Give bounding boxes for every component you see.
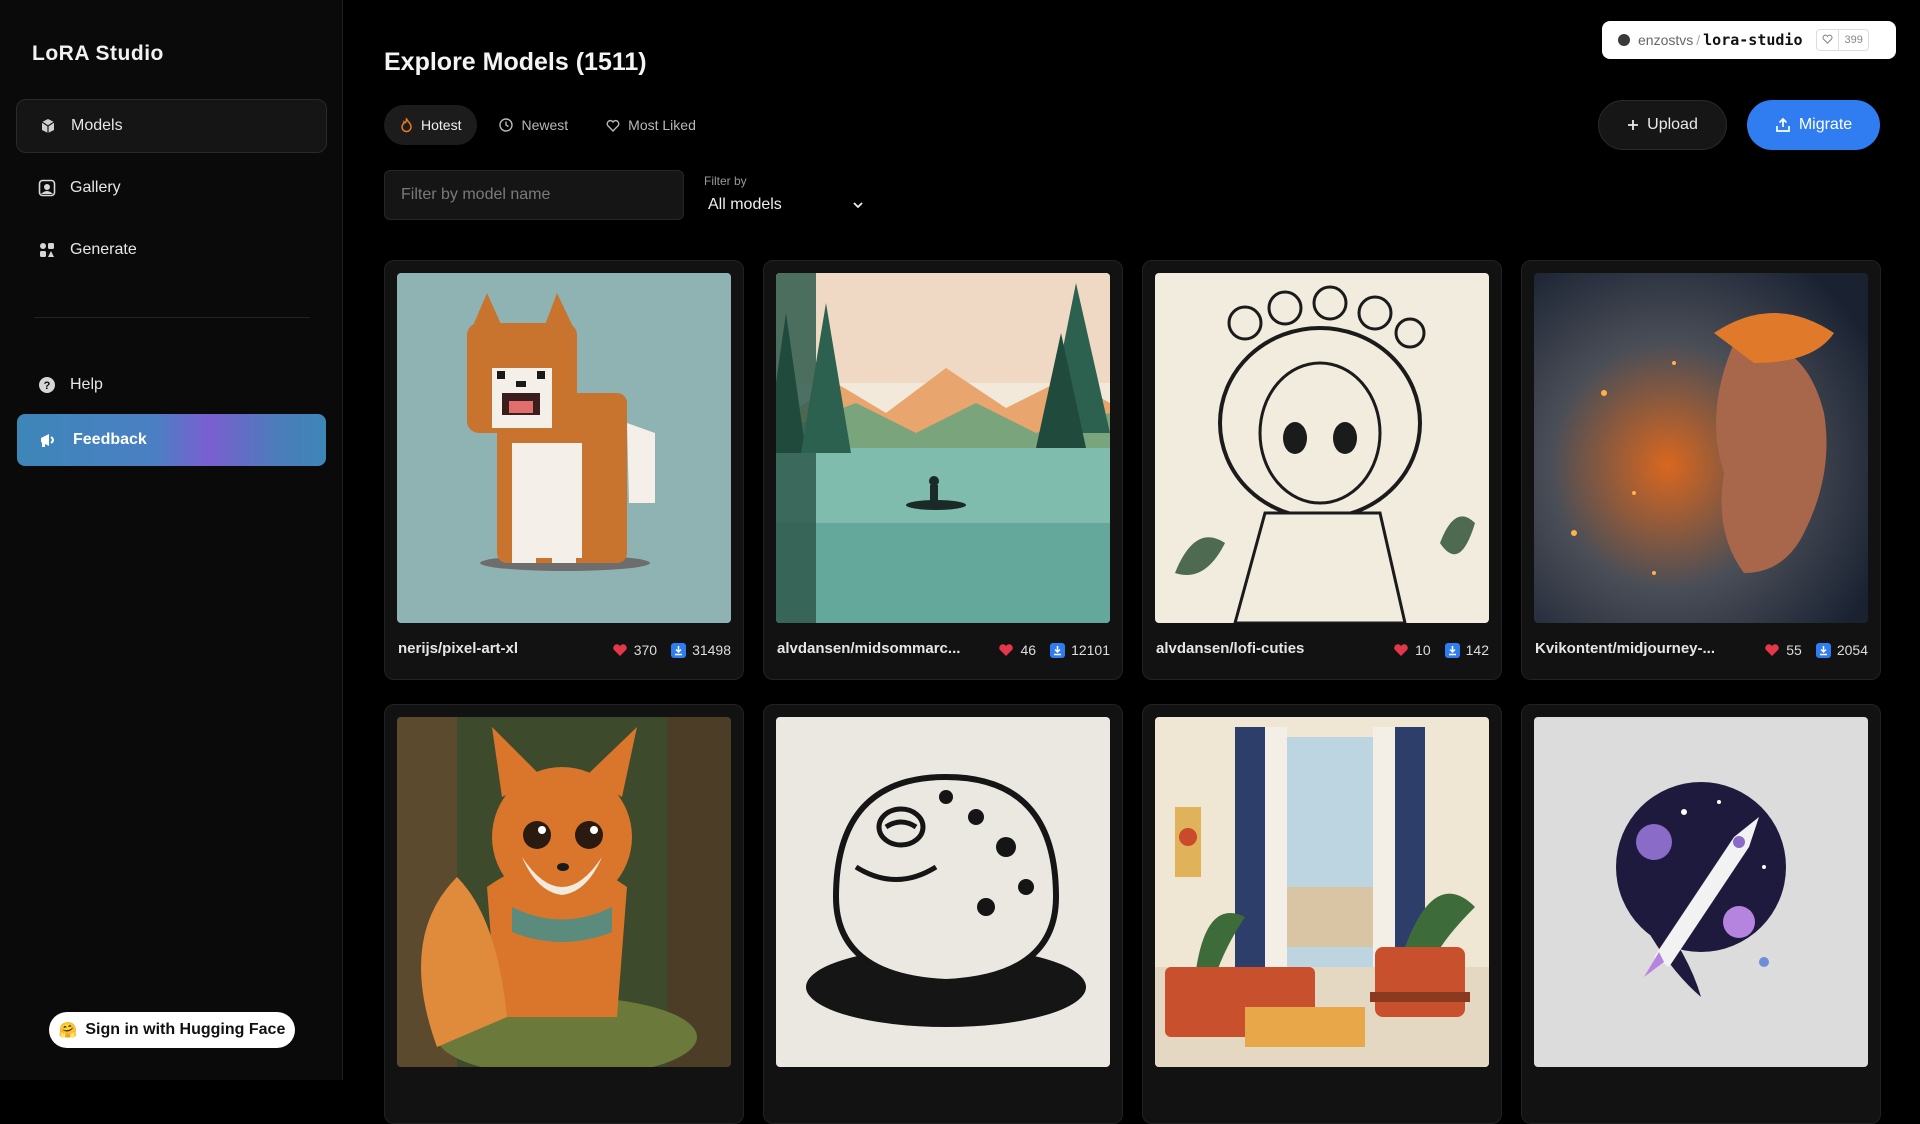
signin-button[interactable]: 🤗 Sign in with Hugging Face [49, 1012, 295, 1048]
filter-select[interactable]: All models [708, 196, 864, 214]
model-card[interactable] [384, 704, 744, 1124]
model-thumbnail [1155, 273, 1489, 623]
model-thumbnail [1155, 717, 1489, 1067]
heart-icon [1393, 643, 1409, 657]
like-count: 55 [1786, 642, 1802, 658]
model-stats: 46 12101 [998, 642, 1110, 658]
migrate-button[interactable]: Migrate [1747, 100, 1880, 150]
filter-by-label: Filter by [704, 174, 747, 188]
heart-outline-icon [1817, 34, 1838, 47]
model-search-input[interactable] [384, 170, 684, 220]
owner-avatar [1618, 34, 1630, 46]
model-thumbnail [776, 273, 1110, 623]
repo-like-count: 399 [1844, 34, 1863, 46]
model-thumbnail [397, 273, 731, 623]
repo-name: lora-studio [1703, 31, 1803, 49]
download-count: 12101 [1071, 642, 1110, 658]
heart-icon [1764, 643, 1780, 657]
help-icon: ? [38, 376, 56, 394]
heart-icon [612, 643, 628, 657]
megaphone-icon [39, 431, 59, 449]
upload-label: Upload [1647, 116, 1698, 133]
model-name: alvdansen/lofi-cuties [1156, 640, 1305, 657]
model-card[interactable]: Kvikontent/midjourney-... 55 2054 [1521, 260, 1881, 680]
sidebar-item-label: Generate [70, 241, 137, 258]
filter-select-value: All models [708, 196, 782, 213]
sidebar-divider [34, 317, 310, 318]
model-stats: 370 31498 [612, 642, 731, 658]
model-card[interactable] [763, 704, 1123, 1124]
like-count: 46 [1020, 642, 1037, 658]
model-stats: 10 142 [1393, 642, 1489, 658]
sidebar-item-models[interactable]: Models [16, 99, 327, 153]
download-count: 142 [1465, 642, 1489, 658]
feedback-button[interactable]: Feedback [17, 414, 326, 466]
model-name: nerijs/pixel-art-xl [398, 640, 519, 657]
sidebar: LoRA Studio Models Gallery Generate ? He… [0, 0, 343, 1080]
download-icon [671, 642, 687, 658]
repo-badge[interactable]: enzostvs / lora-studio 399 [1602, 21, 1896, 59]
clock-icon [499, 118, 514, 132]
download-count: 31498 [692, 642, 731, 658]
model-stats: 55 2054 [1764, 642, 1868, 658]
sort-tabs: Hotest Newest Most Liked [384, 105, 712, 145]
sidebar-item-generate[interactable]: Generate [16, 223, 327, 277]
page-title: Explore Models (1511) [384, 48, 647, 76]
sidebar-item-gallery[interactable]: Gallery [16, 161, 327, 215]
sidebar-item-help[interactable]: ? Help [16, 358, 327, 412]
model-thumbnail [1534, 273, 1868, 623]
gallery-icon [38, 179, 56, 197]
model-thumbnail [397, 717, 731, 1067]
model-name: alvdansen/midsommarc... [777, 640, 961, 657]
migrate-label: Migrate [1798, 116, 1853, 133]
repo-like-button[interactable]: 399 [1816, 29, 1869, 51]
model-card[interactable] [1521, 704, 1881, 1124]
model-card[interactable]: alvdansen/lofi-cuties 10 142 [1142, 260, 1502, 680]
download-icon [1050, 642, 1066, 658]
model-thumbnail [1534, 717, 1868, 1067]
sidebar-help-wrap: ? Help [16, 358, 327, 420]
tab-label: Hotest [421, 117, 462, 133]
tab-newest[interactable]: Newest [483, 105, 584, 145]
tab-most-liked[interactable]: Most Liked [590, 105, 712, 145]
download-icon [1815, 642, 1831, 658]
sidebar-item-label: Gallery [70, 179, 121, 196]
share-upload-icon [1775, 117, 1791, 133]
repo-owner: enzostvs [1638, 32, 1694, 48]
feedback-label: Feedback [73, 431, 147, 448]
signin-label: Sign in with Hugging Face [85, 1021, 286, 1038]
download-icon [1444, 642, 1460, 658]
model-card[interactable]: alvdansen/midsommarc... 46 12101 [763, 260, 1123, 680]
model-card[interactable]: nerijs/pixel-art-xl 370 31498 [384, 260, 744, 680]
plus-icon [1627, 119, 1639, 131]
svg-text:?: ? [44, 380, 51, 392]
model-card[interactable] [1142, 704, 1502, 1124]
download-count: 2054 [1836, 642, 1868, 658]
flame-icon [400, 117, 413, 133]
hugging-face-icon: 🤗 [58, 1022, 78, 1039]
model-thumbnail [776, 717, 1110, 1067]
model-name: Kvikontent/midjourney-... [1535, 640, 1716, 657]
like-count: 10 [1415, 642, 1431, 658]
tab-label: Newest [521, 117, 569, 133]
heart-icon [998, 643, 1014, 657]
sidebar-item-label: Models [71, 117, 123, 134]
chevron-down-icon [852, 196, 864, 214]
sidebar-item-label: Help [70, 376, 103, 393]
tab-hotest[interactable]: Hotest [384, 105, 478, 145]
app-logo-title: LoRA Studio [32, 42, 164, 65]
generate-icon [38, 241, 56, 259]
cube-icon [39, 117, 57, 135]
tab-label: Most Liked [628, 117, 696, 133]
heart-outline-icon [606, 119, 620, 132]
like-count: 370 [633, 642, 658, 658]
repo-slash: / [1696, 32, 1701, 48]
upload-button[interactable]: Upload [1598, 100, 1727, 150]
sidebar-nav: Models Gallery Generate [16, 99, 327, 285]
